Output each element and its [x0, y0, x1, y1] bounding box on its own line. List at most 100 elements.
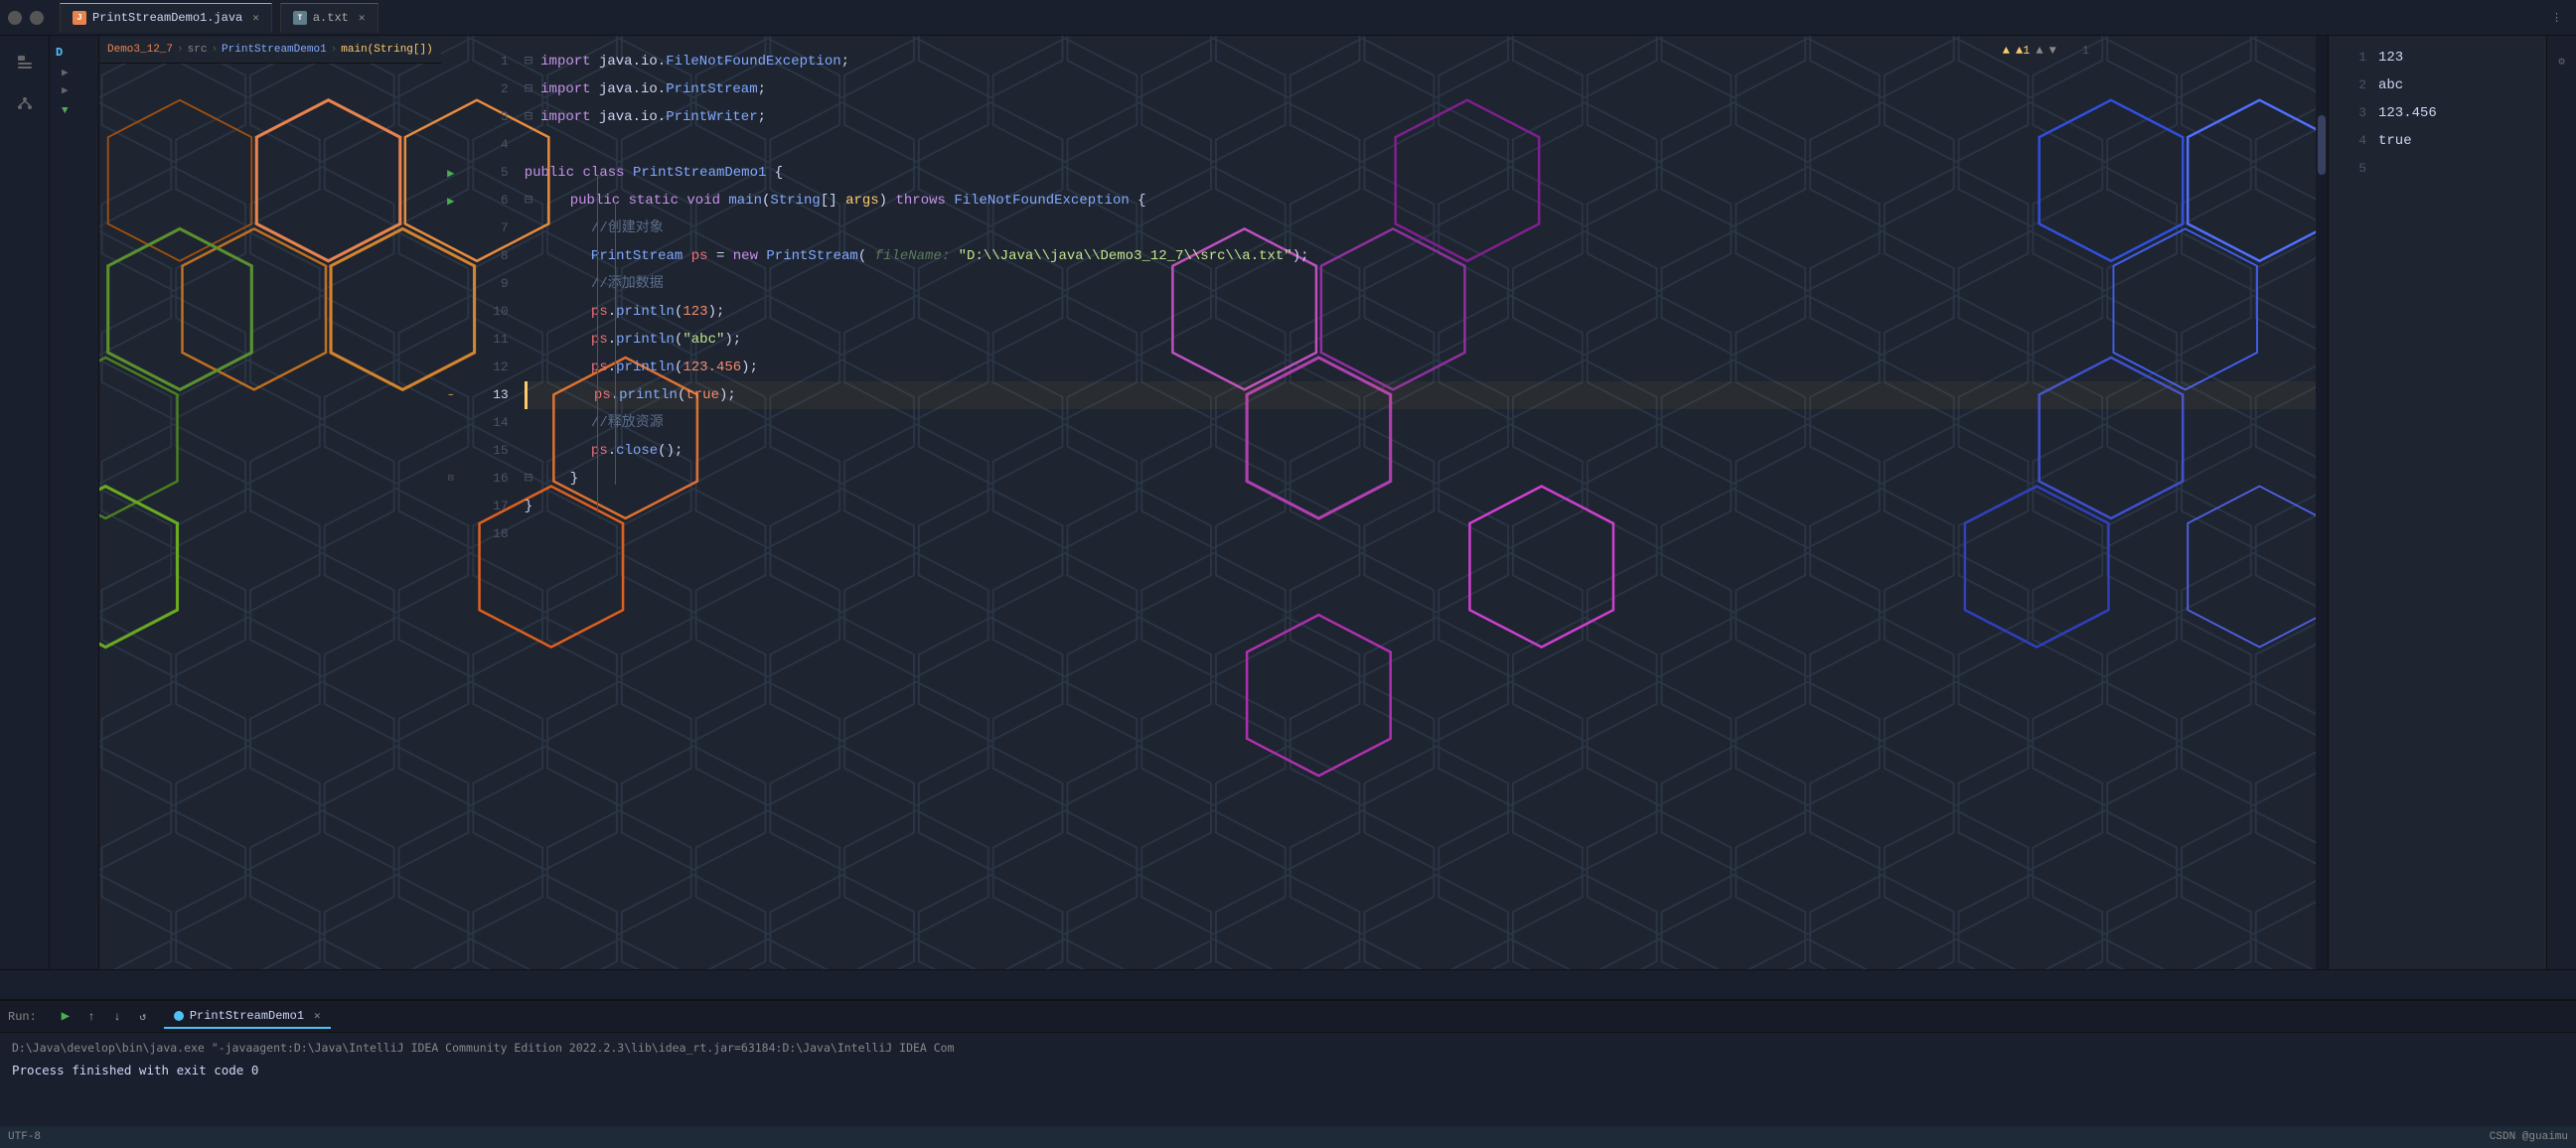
code-line-17: } [525, 493, 2316, 520]
run-tab-close[interactable]: ✕ [314, 1009, 321, 1023]
ln-1: 1 [461, 48, 509, 75]
tab-txt-label: a.txt [313, 11, 349, 25]
status-encoding: UTF-8 [8, 1131, 41, 1143]
gutter-17 [441, 493, 461, 520]
txt-ln-3: 3 [2329, 99, 2378, 127]
sidebar-project-icon[interactable] [7, 44, 43, 79]
ln-15: 15 [461, 437, 509, 465]
right-toolbar-icon-1[interactable]: ⚙ [2544, 44, 2576, 79]
gutter-6-run[interactable]: ▶ [441, 187, 461, 215]
ln-4: 4 [461, 131, 509, 159]
code-line-3: ⊟ import java.io.PrintWriter; [525, 103, 2316, 131]
txt-ln-4: 4 [2329, 127, 2378, 155]
ln-16: 16 [461, 465, 509, 493]
code-line-7: //创建对象 [525, 215, 2316, 242]
tree-node-2[interactable]: ▶ [54, 83, 94, 97]
app-container: J PrintStreamDemo1.java ✕ T a.txt ✕ ⋮ [0, 0, 2576, 1148]
txt-ln-5: 5 [2329, 155, 2378, 183]
ln-2: 2 [461, 75, 509, 103]
tab-java-close[interactable]: ✕ [252, 11, 259, 25]
title-bar: J PrintStreamDemo1.java ✕ T a.txt ✕ ⋮ [0, 0, 2576, 36]
code-line-12: ps.println(123.456); [525, 354, 2316, 381]
ln-13: 13 [461, 381, 509, 409]
code-line-16: ⊟ } [525, 465, 2316, 493]
scrollbar-thumb[interactable] [2318, 115, 2326, 175]
tab-java[interactable]: J PrintStreamDemo1.java ✕ [60, 3, 272, 33]
warning-nav-up[interactable]: ▲ [2036, 44, 2043, 58]
gutter-4 [441, 131, 461, 159]
code-line-2: ⊟ import java.io.PrintStream; [525, 75, 2316, 103]
ln-8: 8 [461, 242, 509, 270]
gutter-5-run[interactable]: ▶ [441, 159, 461, 187]
line-indicator: 1 [2082, 44, 2089, 58]
txt-val-1: 123 [2378, 44, 2403, 72]
code-line-13: ps.println(true); [525, 381, 2316, 409]
code-line-8: PrintStream ps = new PrintStream( fileNa… [525, 242, 2316, 270]
code-line-4 [525, 131, 2316, 159]
java-file-icon: J [73, 11, 86, 25]
warning-count: ▲1 [2016, 44, 2030, 58]
minimize-button[interactable] [8, 11, 22, 25]
txt-file-icon: T [293, 11, 307, 25]
breadcrumb-project: Demo3_12_7 [107, 44, 173, 56]
run-down-button[interactable]: ↓ [106, 1006, 128, 1028]
gutter-14 [441, 409, 461, 437]
warning-nav-down[interactable]: ▼ [2049, 44, 2056, 58]
run-up-button[interactable]: ↑ [80, 1006, 102, 1028]
fold-guide-2 [615, 203, 617, 485]
tab-txt-close[interactable]: ✕ [359, 11, 366, 25]
sidebar-structure-icon[interactable] [7, 85, 43, 121]
fold-open-6: ⊟ [525, 187, 532, 215]
title-bar-right: ⋮ [2545, 9, 2568, 27]
gutter-8 [441, 242, 461, 270]
txt-val-2: abc [2378, 72, 2403, 99]
title-bar-left: J PrintStreamDemo1.java ✕ T a.txt ✕ [8, 3, 379, 33]
warning-icon: ▲ [2003, 44, 2010, 58]
run-tab-name: PrintStreamDemo1 [190, 1009, 304, 1023]
fold-guide-1 [597, 175, 599, 512]
code-line-9: //添加数据 [525, 270, 2316, 298]
close-button[interactable] [30, 11, 44, 25]
breadcrumb-method: main(String[]) [341, 44, 432, 56]
run-output: D:\Java\develop\bin\java.exe "-javaagent… [0, 1033, 2576, 1086]
run-tab-indicator [174, 1011, 184, 1021]
ln-5: 5 [461, 159, 509, 187]
code-line-11: ps.println("abc"); [525, 326, 2316, 354]
tree-node-3[interactable]: ▼ [54, 105, 94, 117]
fold-indicator-1: ⊟ [525, 48, 532, 75]
txt-val-3: 123.456 [2378, 99, 2437, 127]
more-options-button[interactable]: ⋮ [2545, 9, 2568, 27]
txt-row-2: 2 abc [2329, 72, 2546, 99]
code-line-6: ⊟ public static void main(String[] args)… [525, 187, 2316, 215]
gutter-1 [441, 48, 461, 75]
txt-row-4: 4 true [2329, 127, 2546, 155]
code-line-5: public class PrintStreamDemo1 { [525, 159, 2316, 187]
ln-6: 6 [461, 187, 509, 215]
run-controls: ▶ ↑ ↓ ↺ [55, 1006, 154, 1028]
tree-node-1[interactable]: ▶ [54, 66, 94, 79]
warning-indicator[interactable]: ▲ ▲1 ▲ ▼ 1 [2003, 44, 2089, 58]
breadcrumb-file: PrintStreamDemo1 [222, 44, 327, 56]
project-expand-btn[interactable]: D [54, 44, 94, 62]
ln-10: 10 [461, 298, 509, 326]
gutter-9 [441, 270, 461, 298]
gutter-16-fold[interactable]: ⊟ [441, 465, 461, 493]
fold-indicator-3: ⊟ [525, 103, 532, 131]
run-result-line: Process finished with exit code 0 [12, 1061, 2564, 1080]
txt-ln-1: 1 [2329, 44, 2378, 72]
run-tab-label[interactable]: PrintStreamDemo1 ✕ [164, 1005, 331, 1029]
run-rerun-button[interactable]: ↺ [132, 1006, 154, 1028]
breadcrumb-bar: Demo3_12_7 › src › PrintStreamDemo1 › ma… [99, 36, 441, 64]
txt-ln-2: 2 [2329, 72, 2378, 99]
window-controls [8, 11, 44, 25]
code-line-15: ps.close(); [525, 437, 2316, 465]
txt-row-3: 3 123.456 [2329, 99, 2546, 127]
tab-txt[interactable]: T a.txt ✕ [280, 3, 379, 33]
run-play-button[interactable]: ▶ [55, 1006, 76, 1028]
gutter-7 [441, 215, 461, 242]
gutter-13-warn: – [441, 381, 461, 409]
run-label: Run: [8, 1010, 37, 1024]
ln-12: 12 [461, 354, 509, 381]
run-panel-header: Run: ▶ ↑ ↓ ↺ PrintStreamDemo1 ✕ [0, 1001, 2576, 1033]
ln-9: 9 [461, 270, 509, 298]
